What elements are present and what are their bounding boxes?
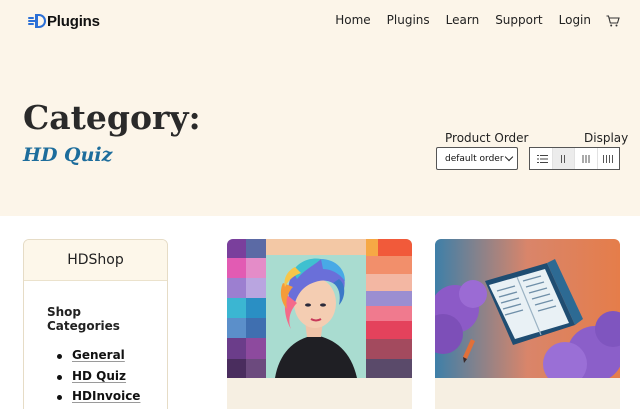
three-column-button[interactable] — [575, 148, 598, 169]
nav-support[interactable]: Support — [495, 13, 542, 27]
category-item-hd-quiz[interactable]: HD Quiz — [57, 369, 140, 390]
category-item-general[interactable]: General — [57, 348, 140, 369]
category-heading: Category: — [23, 98, 201, 137]
cart-icon[interactable] — [606, 14, 620, 27]
chevron-down-icon — [504, 152, 514, 162]
product-card[interactable] — [435, 239, 620, 409]
display-mode-toggle — [529, 147, 620, 170]
shop-sidebar: HDShop Shop Categories General HD Quiz H… — [23, 239, 168, 409]
woman-portrait-color-swatches-image — [227, 239, 412, 378]
list-view-icon — [537, 155, 548, 163]
four-column-icon — [603, 154, 614, 163]
nav-login[interactable]: Login — [559, 13, 591, 27]
category-name: HD Quiz — [23, 144, 113, 166]
nav-learn[interactable]: Learn — [446, 13, 480, 27]
list-view-button[interactable] — [530, 148, 553, 169]
four-column-button[interactable] — [598, 148, 620, 169]
sidebar-title: HDShop — [24, 240, 167, 281]
open-book-illustration-image — [435, 239, 620, 378]
three-column-icon — [582, 154, 590, 163]
product-order-select[interactable]: default order — [436, 147, 518, 170]
product-order-value: default order — [445, 153, 504, 164]
logo-icon — [28, 14, 46, 28]
two-column-button[interactable] — [552, 148, 575, 169]
main-nav: Home Plugins Learn Support Login — [319, 13, 620, 27]
shop-categories-heading: Shop Categories — [47, 305, 120, 333]
product-order-label: Product Order — [445, 131, 529, 145]
category-item-hdinvoice[interactable]: HDInvoice — [57, 389, 140, 409]
brand-name: Plugins — [47, 12, 100, 30]
nav-plugins[interactable]: Plugins — [387, 13, 430, 27]
top-navigation: Plugins Home Plugins Learn Support Login — [0, 0, 640, 42]
shop-categories-text: Shop Categories — [47, 305, 120, 333]
site-logo[interactable]: Plugins — [28, 12, 100, 30]
two-column-icon — [561, 154, 566, 163]
display-label: Display — [584, 131, 629, 145]
nav-home[interactable]: Home — [335, 13, 370, 27]
product-card[interactable] — [227, 239, 412, 409]
category-list: General HD Quiz HDInvoice — [57, 348, 140, 409]
